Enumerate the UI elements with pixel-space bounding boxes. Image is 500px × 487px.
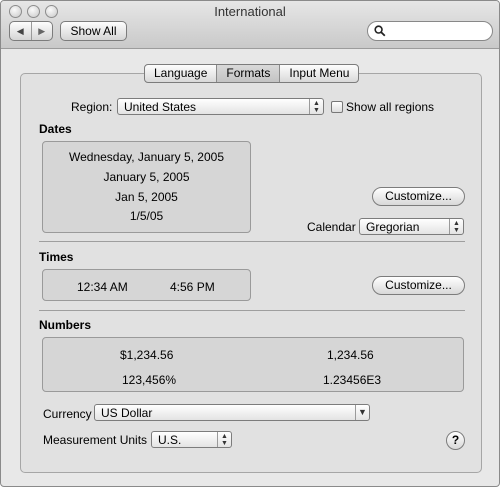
date-numeric: 1/5/05 [129,209,164,223]
show-all-regions-label: Show all regions [346,100,435,114]
chevron-down-icon: ▼ [355,405,369,420]
tab-input-menu[interactable]: Input Menu [280,65,358,82]
dates-heading: Dates [39,122,72,136]
popup-arrows-icon: ▲ ▼ [449,219,463,234]
times-customize-button[interactable]: Customize... [372,276,465,295]
search-icon [374,25,386,37]
measurement-units-value: U.S. [158,433,182,447]
measurement-units-popup[interactable]: U.S. ▲ ▼ [151,431,232,448]
number-currency: $1,234.56 [120,348,174,362]
divider [39,241,465,242]
region-value: United States [124,100,197,114]
date-long: Wednesday, January 5, 2005 [69,150,224,164]
currency-label: Currency [43,407,92,421]
region-label: Region: [71,100,113,114]
tab-bar: Language Formats Input Menu [144,64,360,83]
number-scientific: 1.23456E3 [323,373,382,387]
times-example-box: 12:34 AM 4:56 PM [42,269,251,301]
currency-popup[interactable]: US Dollar ▼ [94,404,370,421]
show-all-regions-checkbox[interactable] [331,101,343,113]
popup-arrows-icon: ▲ ▼ [217,432,231,447]
title-bar: International ◀ ▶ Show All [1,1,499,49]
show-all-button[interactable]: Show All [60,21,127,41]
international-window: International ◀ ▶ Show All Language Form… [0,0,500,487]
calendar-value: Gregorian [366,220,420,234]
currency-value: US Dollar [101,406,153,420]
calendar-label: Calendar [307,220,356,234]
help-button[interactable]: ? [446,431,465,450]
dates-example-box: Wednesday, January 5, 2005 January 5, 20… [42,141,251,233]
back-arrow-icon[interactable]: ◀ [10,22,32,40]
times-heading: Times [39,250,74,264]
measurement-units-label: Measurement Units [43,433,148,447]
popup-arrows-icon: ▲ ▼ [309,99,323,114]
forward-arrow-icon[interactable]: ▶ [32,22,53,40]
number-percent: 123,456% [122,373,177,387]
divider [39,310,465,311]
numbers-example-box: $1,234.56 1,234.56 123,456% 1.23456E3 [42,337,464,392]
region-popup[interactable]: United States ▲ ▼ [117,98,324,115]
dates-customize-button[interactable]: Customize... [372,187,465,206]
date-short: Jan 5, 2005 [115,190,178,204]
calendar-popup[interactable]: Gregorian ▲ ▼ [359,218,464,235]
numbers-heading: Numbers [39,318,92,332]
tab-formats[interactable]: Formats [217,65,281,82]
date-medium: January 5, 2005 [103,170,190,184]
time-pm: 4:56 PM [170,280,215,294]
back-forward-control: ◀ ▶ [9,21,53,41]
number-plain: 1,234.56 [327,348,374,362]
search-field[interactable] [367,21,493,41]
window-title: International [214,4,286,19]
tab-language[interactable]: Language [145,65,218,82]
time-am: 12:34 AM [77,280,128,294]
